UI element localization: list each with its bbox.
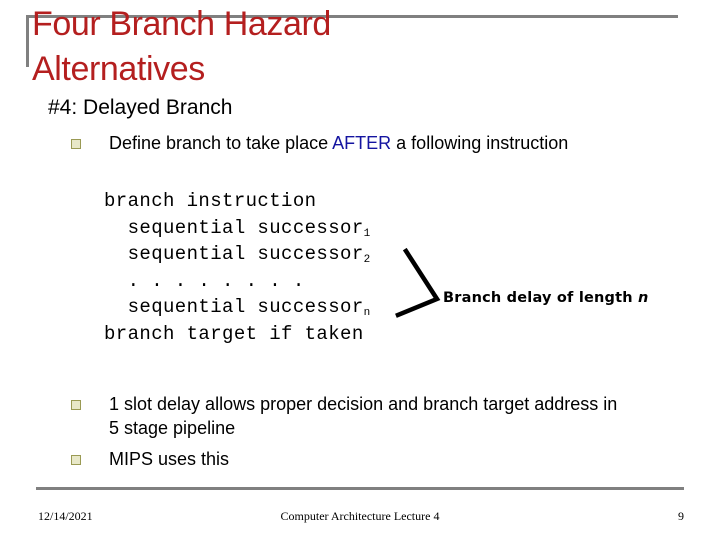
code-line-branch-target: branch target if taken (104, 322, 364, 345)
bullet-text-suffix: a following instruction (391, 133, 569, 153)
code-line-successor-n: sequential successor (104, 296, 364, 318)
callout-variable-n: n (638, 290, 649, 306)
code-line-successor-2: sequential successor (104, 243, 364, 265)
content-heading: #4: Delayed Branch (48, 96, 233, 119)
bullet-text-mips-uses-this: MIPS uses this (109, 449, 230, 469)
code-listing: branch instruction sequential successor1… (104, 188, 371, 347)
bullet-text-prefix: Define branch to take place (109, 133, 333, 153)
brace-pointer-icon (395, 247, 441, 318)
list-item: 1 slot delay allows proper decision and … (71, 392, 629, 440)
code-subscript-2: 2 (363, 254, 371, 266)
title-rule-vertical (26, 15, 29, 67)
list-item: Define branch to take place AFTER a foll… (71, 131, 568, 155)
code-line-branch-instruction: branch instruction (104, 190, 317, 212)
code-subscript-1: 1 (363, 227, 371, 240)
code-subscript-n: n (363, 307, 371, 319)
square-bullet-icon (71, 455, 81, 465)
square-bullet-icon (71, 400, 81, 410)
code-line-ellipsis: . . . . . . . . (104, 269, 305, 292)
square-bullet-icon (71, 139, 81, 149)
code-line-successor-1: sequential successor (104, 216, 364, 239)
bullet-text-slot-delay: 1 slot delay allows proper decision and … (109, 394, 618, 438)
callout-text: Branch delay of length (443, 290, 639, 306)
callout-branch-delay: Branch delay of length n (443, 290, 649, 306)
bullet-text-highlight: AFTER (332, 133, 392, 153)
footer-page-number: 9 (678, 509, 684, 523)
page-title: Four Branch Hazard Alternatives (32, 5, 331, 88)
footer-divider (36, 487, 684, 490)
list-item: MIPS uses this (71, 447, 229, 471)
bullet-text-define-branch: Define branch to take place AFTER a foll… (109, 131, 568, 155)
